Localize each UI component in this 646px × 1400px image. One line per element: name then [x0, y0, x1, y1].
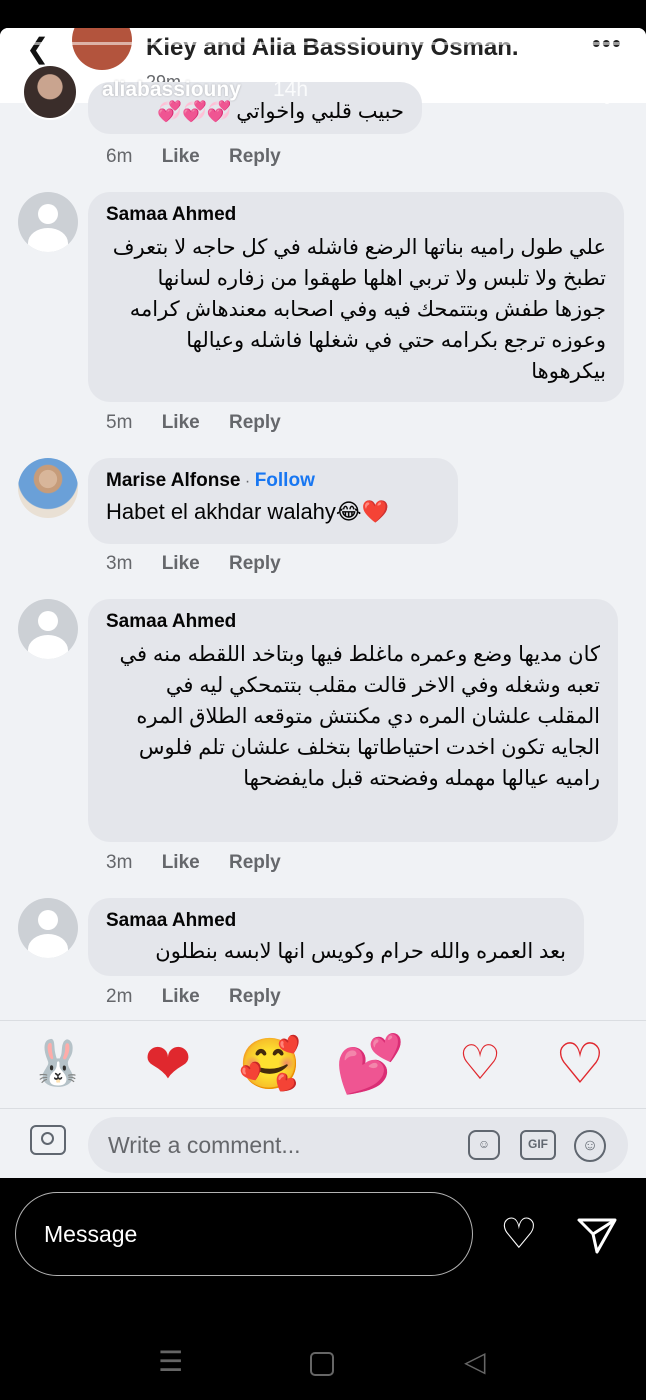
- comment-time: 2m: [106, 986, 133, 1007]
- comment-actions: 3m Like Reply: [106, 553, 305, 575]
- message-placeholder: Message: [44, 1221, 138, 1247]
- like-button[interactable]: Like: [162, 553, 200, 574]
- avatar[interactable]: [18, 599, 78, 659]
- like-button[interactable]: Like: [162, 146, 200, 167]
- back-arrow-icon[interactable]: ❮: [26, 32, 49, 65]
- avatar[interactable]: [18, 458, 78, 518]
- comment-actions: 6m Like Reply: [106, 146, 305, 168]
- comment-text: حبيب قلبي واخواتي: [236, 100, 404, 123]
- avatar[interactable]: [18, 192, 78, 252]
- story-time: 14h: [273, 78, 309, 101]
- comment-author[interactable]: Samaa Ahmed: [106, 611, 600, 633]
- sticker-bar: 🐰 ❤ 🥰 💕 ♡ ♡: [0, 1020, 646, 1109]
- follow-button[interactable]: Follow: [255, 470, 315, 491]
- pink-hearts-emoji: 💞💞💞: [157, 101, 232, 123]
- reply-button[interactable]: Reply: [229, 553, 281, 574]
- comment-text: بعد العمره والله حرام وكويس انها لابسه ب…: [155, 940, 566, 963]
- comment-author[interactable]: Samaa Ahmed: [106, 204, 606, 226]
- comment-bubble: Samaa Ahmed كان مديها وضع وعمره ماغلط في…: [88, 599, 618, 842]
- comment-composer: Write a comment... ☺ GIF ☺: [0, 1108, 646, 1178]
- like-button[interactable]: Like: [162, 986, 200, 1007]
- comment-actions: 5m Like Reply: [106, 412, 305, 434]
- comment-time: 3m: [106, 852, 133, 873]
- camera-icon[interactable]: [30, 1125, 66, 1155]
- red-heart-sticker[interactable]: ❤: [128, 1027, 208, 1101]
- emoji-icon[interactable]: ☺: [574, 1130, 606, 1162]
- comment-text: كان مديها وضع وعمره ماغلط فيها وبتاخد ال…: [119, 643, 600, 790]
- heart-icon[interactable]: ♡: [500, 1213, 538, 1255]
- bunny-hearts-sticker[interactable]: 🐰: [18, 1027, 98, 1101]
- sticker-icon[interactable]: ☺: [468, 1130, 500, 1160]
- recent-apps-icon[interactable]: ☰: [158, 1348, 183, 1376]
- comment-bubble: Samaa Ahmed بعد العمره والله حرام وكويس …: [88, 898, 584, 976]
- comment-text: Habet el akhdar walahy😂❤️: [106, 499, 390, 524]
- comment-input-placeholder: Write a comment...: [108, 1132, 301, 1158]
- outline-red-heart-sticker[interactable]: ♡: [540, 1027, 620, 1101]
- comment-time: 6m: [106, 146, 133, 167]
- story-avatar[interactable]: [22, 64, 78, 120]
- story-frame: ❮ Kiey and Alia Bassiouny Osman. ••• 29m…: [0, 28, 646, 1178]
- girl-heart-sticker[interactable]: 🥰: [230, 1027, 310, 1101]
- comment-time: 3m: [106, 553, 133, 574]
- comment-author[interactable]: Marise Alfonse: [106, 470, 240, 491]
- system-nav-bar: ☰ ◁: [0, 1330, 646, 1390]
- comment-input[interactable]: Write a comment... ☺ GIF ☺: [88, 1117, 628, 1173]
- like-button[interactable]: Like: [162, 852, 200, 873]
- comment-bubble: Marise Alfonse · Follow Habet el akhdar …: [88, 458, 458, 544]
- gif-icon[interactable]: GIF: [520, 1130, 556, 1160]
- story-username[interactable]: aliabassiouny: [102, 78, 241, 102]
- like-button[interactable]: Like: [162, 412, 200, 433]
- comment-text: علي طول راميه بناتها الرضع فاشله في كل ح…: [112, 236, 606, 383]
- message-input[interactable]: Message: [15, 1192, 473, 1276]
- comment-actions: 2m Like Reply: [106, 986, 305, 1008]
- comment-actions: 3m Like Reply: [106, 852, 305, 874]
- avatar[interactable]: [18, 898, 78, 958]
- page-name[interactable]: Kiey and Alia Bassiouny Osman.: [146, 34, 519, 62]
- send-icon[interactable]: [576, 1216, 618, 1261]
- comment-bubble: Samaa Ahmed علي طول راميه بناتها الرضع ف…: [88, 192, 624, 402]
- reply-button[interactable]: Reply: [229, 852, 281, 873]
- home-icon[interactable]: [310, 1352, 334, 1376]
- pink-red-hearts-sticker[interactable]: 💕: [330, 1027, 410, 1101]
- reply-button[interactable]: Reply: [229, 986, 281, 1007]
- back-icon[interactable]: ◁: [464, 1348, 486, 1376]
- reply-button[interactable]: Reply: [229, 146, 281, 167]
- comment-author[interactable]: Samaa Ahmed: [106, 910, 566, 932]
- reply-button[interactable]: Reply: [229, 412, 281, 433]
- page-avatar[interactable]: [72, 28, 132, 70]
- small-red-heart-sticker[interactable]: ♡: [440, 1027, 520, 1101]
- comment-time: 5m: [106, 412, 133, 433]
- comment-header: Marise Alfonse · Follow: [106, 470, 315, 491]
- vertical-dots-icon[interactable]: [604, 76, 610, 106]
- story-progress-bar: [12, 42, 634, 45]
